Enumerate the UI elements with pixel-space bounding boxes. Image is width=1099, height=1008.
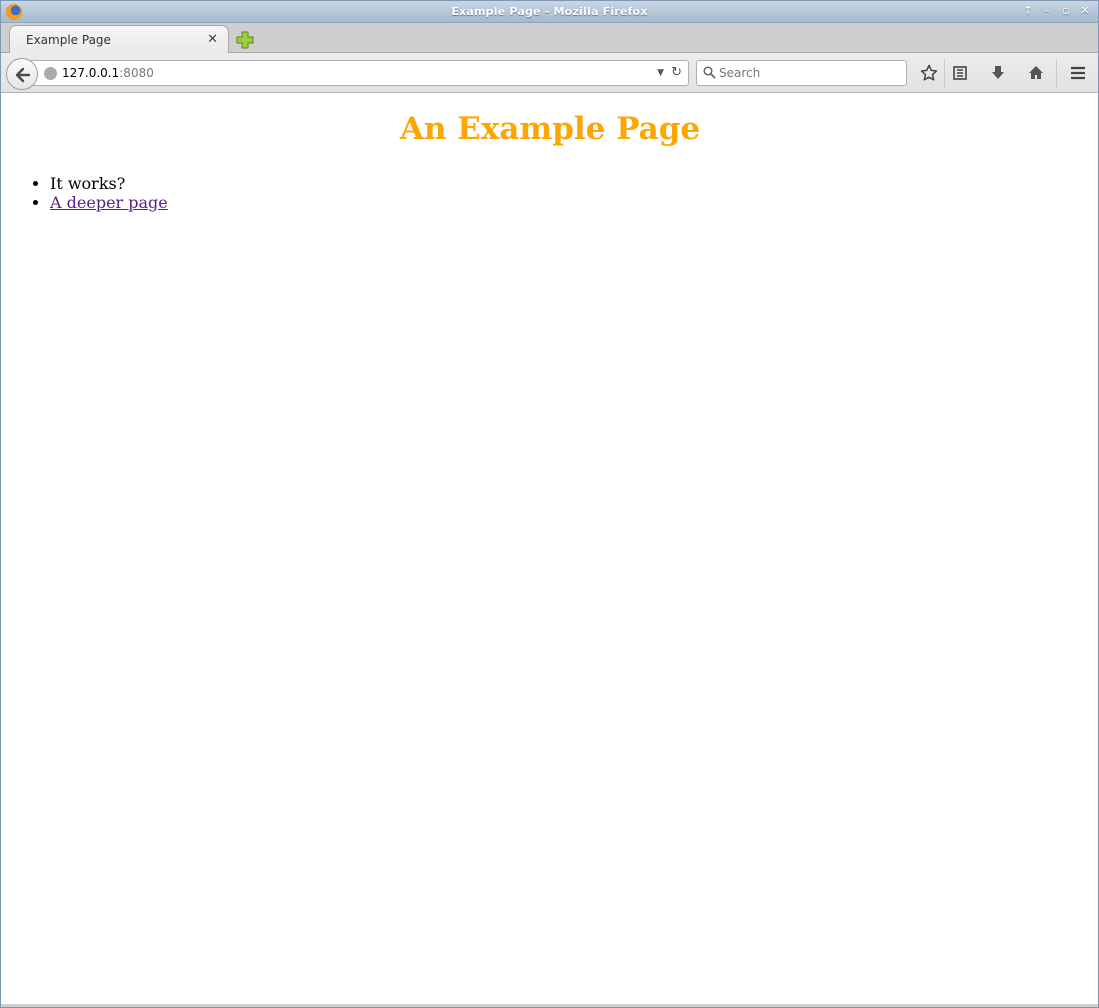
minimize-icon[interactable]: – — [1040, 4, 1054, 18]
back-button[interactable] — [6, 58, 38, 90]
history-dropdown-icon[interactable]: ▼ — [657, 68, 664, 78]
url-text[interactable]: 127.0.0.1:8080 — [62, 66, 154, 80]
deeper-page-link[interactable]: A deeper page — [50, 193, 168, 212]
window-controls: ↑ – ▫ ✕ — [1021, 4, 1092, 18]
maximize-icon[interactable]: ▫ — [1059, 4, 1073, 18]
back-arrow-icon — [15, 67, 31, 83]
bookmark-star-icon[interactable] — [917, 61, 941, 85]
list-item-text: It works? — [50, 174, 126, 193]
list-item: It works? — [50, 174, 168, 193]
page-title: An Example Page — [399, 111, 701, 147]
toolbar-separator — [1056, 59, 1057, 87]
home-icon[interactable] — [1024, 61, 1048, 85]
keep-above-icon[interactable]: ↑ — [1021, 4, 1035, 18]
reload-icon[interactable]: ↻ — [671, 65, 682, 80]
window-bottom-border — [1, 1004, 1098, 1007]
url-bar[interactable]: 127.0.0.1:8080 ▼ ↻ — [31, 60, 689, 86]
window-title: Example Page - Mozilla Firefox — [451, 5, 648, 18]
downloads-icon[interactable] — [986, 61, 1010, 85]
search-bar[interactable] — [696, 60, 907, 86]
new-tab-icon[interactable] — [236, 31, 254, 49]
browser-window: Example Page - Mozilla Firefox ↑ – ▫ ✕ E… — [0, 0, 1099, 1008]
list-item: A deeper page — [50, 193, 168, 212]
search-icon — [703, 66, 716, 79]
title-bar: Example Page - Mozilla Firefox ↑ – ▫ ✕ — [1, 1, 1098, 23]
tab-example-page[interactable]: Example Page ✕ — [9, 25, 229, 54]
search-input[interactable] — [719, 64, 899, 82]
page-content: An Example Page It works? A deeper page — [2, 94, 1098, 1006]
reading-list-icon[interactable] — [948, 61, 972, 85]
tab-label: Example Page — [26, 33, 111, 47]
toolbar-separator — [944, 59, 945, 87]
menu-icon[interactable] — [1066, 61, 1090, 85]
item-list: It works? A deeper page — [50, 174, 168, 212]
tab-strip: Example Page ✕ — [1, 23, 1098, 54]
close-window-icon[interactable]: ✕ — [1078, 4, 1092, 18]
close-tab-icon[interactable]: ✕ — [207, 32, 218, 47]
site-identity-icon[interactable] — [44, 67, 57, 80]
navigation-toolbar: 127.0.0.1:8080 ▼ ↻ — [1, 53, 1098, 93]
